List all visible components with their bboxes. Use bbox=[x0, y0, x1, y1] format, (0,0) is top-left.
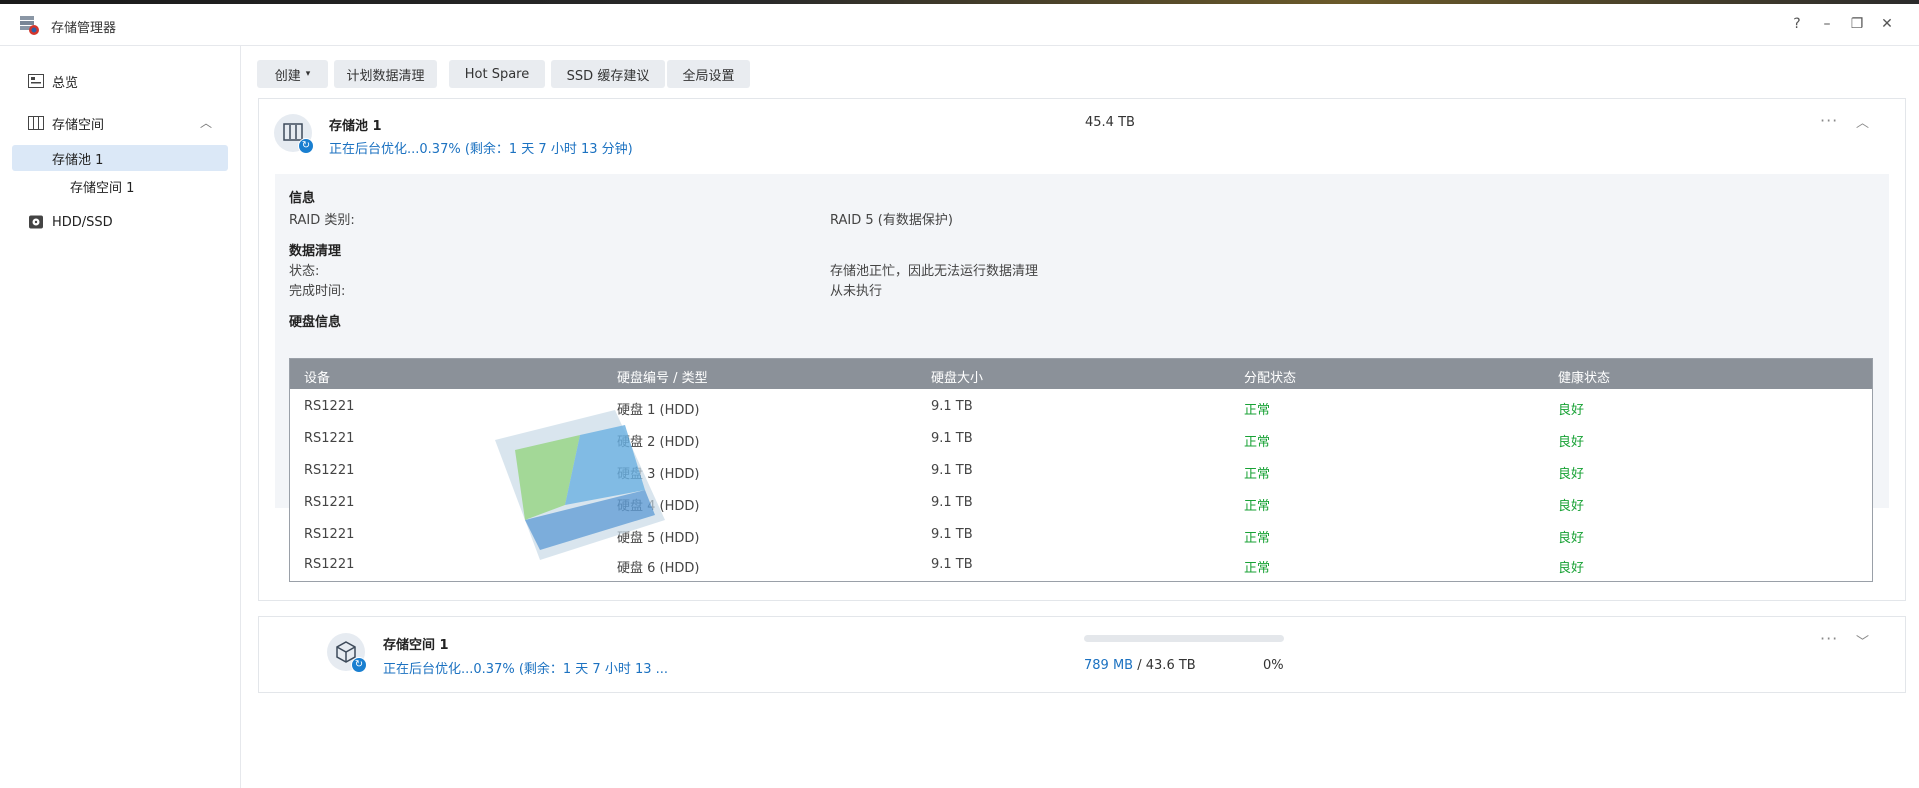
more-options-icon[interactable]: ··· bbox=[1820, 629, 1838, 648]
chevron-up-icon[interactable]: ︿ bbox=[1856, 112, 1869, 131]
health-cell: 良好 bbox=[1558, 499, 1585, 514]
device-cell: RS1221 bbox=[304, 463, 355, 478]
volume-name: 存储空间 1 bbox=[383, 638, 449, 653]
column-header[interactable]: 硬盘大小 bbox=[931, 367, 983, 386]
device-cell: RS1221 bbox=[304, 557, 355, 572]
health-cell: 良好 bbox=[1558, 467, 1585, 482]
more-options-icon[interactable]: ··· bbox=[1820, 111, 1838, 130]
pool-status: 正在后台优化...0.37% (剩余：1 天 7 小时 13 分钟) bbox=[329, 142, 633, 157]
storage-manager-app-icon bbox=[20, 16, 39, 35]
pool-capacity: 45.4 TB bbox=[1085, 115, 1135, 130]
sidebar-item-volume-1[interactable]: 存储空间 1 bbox=[12, 173, 228, 199]
scrub-done-value: 从未执行 bbox=[830, 284, 883, 299]
size-cell: 9.1 TB bbox=[931, 431, 973, 446]
sidebar-item-overview[interactable]: 总览 bbox=[12, 68, 228, 94]
ssd-cache-advisor-button[interactable]: SSD 缓存建议 bbox=[551, 60, 665, 88]
sync-icon: ↻ bbox=[351, 657, 367, 673]
storage-pool-icon: ↻ bbox=[274, 114, 314, 154]
volume-icon: ↻ bbox=[327, 633, 367, 673]
sidebar-item-label: HDD/SSD bbox=[52, 214, 113, 230]
usage-separator: / bbox=[1137, 658, 1142, 673]
column-header[interactable]: 分配状态 bbox=[1244, 367, 1296, 386]
storage-icon bbox=[28, 116, 44, 130]
help-icon[interactable]: ? bbox=[1787, 14, 1807, 34]
device-cell: RS1221 bbox=[304, 399, 355, 414]
sidebar-item-label: 存储空间 bbox=[52, 117, 105, 133]
schedule-scrub-button[interactable]: 计划数据清理 bbox=[334, 60, 437, 88]
column-header[interactable]: 硬盘编号 / 类型 bbox=[617, 367, 708, 386]
sidebar-item-label: 存储空间 1 bbox=[70, 180, 135, 196]
hot-spare-button[interactable]: Hot Spare bbox=[449, 60, 545, 88]
watermark-logo bbox=[495, 410, 665, 560]
scrub-section-title: 数据清理 bbox=[289, 244, 342, 259]
chevron-up-icon[interactable]: ︿ bbox=[200, 114, 212, 131]
sidebar-item-storage[interactable]: 存储空间 ︿ bbox=[12, 110, 228, 136]
sync-icon: ↻ bbox=[298, 138, 314, 154]
sidebar-item-pool-1[interactable]: 存储池 1 bbox=[12, 145, 228, 171]
caret-down-icon: ▾ bbox=[305, 69, 311, 79]
alloc-cell: 正常 bbox=[1244, 531, 1271, 546]
sidebar-item-hdd-ssd[interactable]: HDD/SSD bbox=[12, 209, 228, 235]
restore-icon[interactable]: ❐ bbox=[1847, 14, 1867, 34]
app-title: 存储管理器 bbox=[51, 21, 117, 36]
health-cell: 良好 bbox=[1558, 403, 1585, 418]
volume-usage-bar bbox=[1084, 635, 1284, 642]
scrub-state-value: 存储池正忙，因此无法运行数据清理 bbox=[830, 264, 1039, 279]
size-cell: 9.1 TB bbox=[931, 399, 973, 414]
global-settings-button[interactable]: 全局设置 bbox=[667, 60, 750, 88]
create-button[interactable]: 创建 ▾ bbox=[257, 60, 328, 88]
close-icon[interactable]: ✕ bbox=[1877, 14, 1897, 34]
title-bar: 存储管理器 ? – ❐ ✕ bbox=[0, 4, 1919, 46]
size-cell: 9.1 TB bbox=[931, 463, 973, 478]
column-header[interactable]: 健康状态 bbox=[1558, 367, 1610, 386]
health-cell: 良好 bbox=[1558, 531, 1585, 546]
column-header[interactable]: 设备 bbox=[304, 367, 330, 386]
device-cell: RS1221 bbox=[304, 431, 355, 446]
health-cell: 良好 bbox=[1558, 561, 1585, 576]
sidebar-item-label: 存储池 1 bbox=[52, 152, 104, 168]
device-cell: RS1221 bbox=[304, 527, 355, 542]
disk-icon bbox=[29, 215, 43, 229]
volume-total: 43.6 TB bbox=[1145, 658, 1196, 673]
volume-percent: 0% bbox=[1263, 658, 1284, 673]
chevron-down-icon[interactable]: ﹀ bbox=[1856, 631, 1869, 650]
size-cell: 9.1 TB bbox=[931, 527, 973, 542]
disk-table-header: 设备 硬盘编号 / 类型 硬盘大小 分配状态 健康状态 bbox=[290, 359, 1872, 389]
minimize-icon[interactable]: – bbox=[1817, 14, 1837, 34]
health-cell: 良好 bbox=[1558, 435, 1585, 450]
volume-status: 正在后台优化...0.37% (剩余：1 天 7 小时 13 ... bbox=[383, 662, 669, 677]
raid-type-value: RAID 5 (有数据保护) bbox=[830, 213, 953, 228]
info-section-title: 信息 bbox=[289, 191, 316, 206]
overview-icon bbox=[28, 74, 44, 88]
disk-section-title: 硬盘信息 bbox=[289, 315, 342, 330]
alloc-cell: 正常 bbox=[1244, 467, 1271, 482]
alloc-cell: 正常 bbox=[1244, 435, 1271, 450]
sidebar: 总览 存储空间 ︿ 存储池 1 存储空间 1 HDD/SSD bbox=[0, 46, 241, 788]
raid-type-label: RAID 类别: bbox=[289, 213, 355, 228]
pool-name: 存储池 1 bbox=[329, 119, 382, 134]
alloc-cell: 正常 bbox=[1244, 499, 1271, 514]
volume-card: ↻ 存储空间 1 正在后台优化...0.37% (剩余：1 天 7 小时 13 … bbox=[258, 616, 1906, 693]
device-cell: RS1221 bbox=[304, 495, 355, 510]
size-cell: 9.1 TB bbox=[931, 495, 973, 510]
sidebar-item-label: 总览 bbox=[52, 75, 79, 91]
scrub-done-label: 完成时间: bbox=[289, 284, 346, 299]
volume-used: 789 MB bbox=[1084, 658, 1134, 673]
volume-usage-text: 789 MB / 43.6 TB bbox=[1084, 658, 1196, 673]
alloc-cell: 正常 bbox=[1244, 403, 1271, 418]
alloc-cell: 正常 bbox=[1244, 561, 1271, 576]
size-cell: 9.1 TB bbox=[931, 557, 973, 572]
create-button-label: 创建 bbox=[274, 68, 301, 84]
scrub-state-label: 状态: bbox=[289, 264, 320, 279]
